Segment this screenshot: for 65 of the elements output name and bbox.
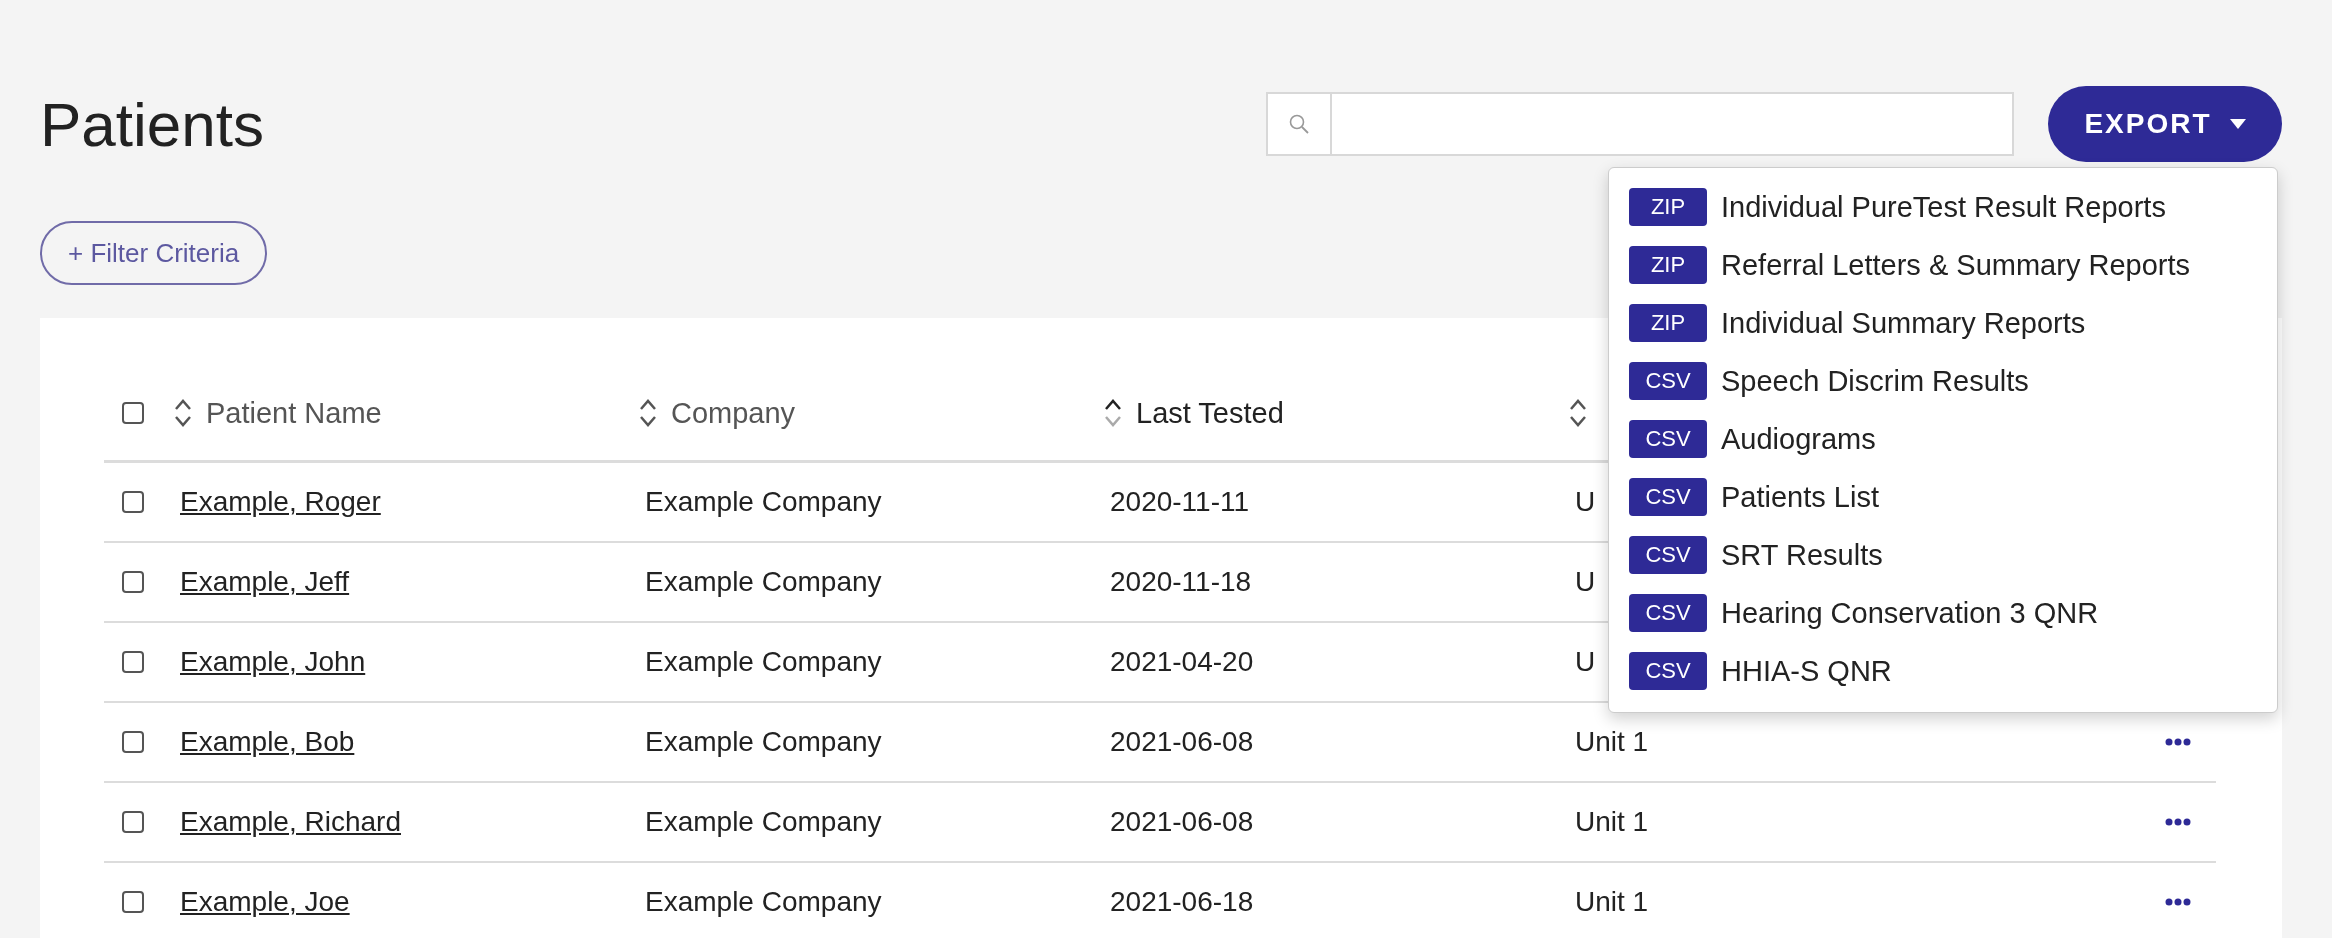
table-cell: Unit 1 (1575, 726, 1649, 757)
table-cell: 2020-11-18 (1110, 566, 1252, 597)
table-cell: Unit 1 (1575, 806, 1649, 837)
column-header[interactable]: Patient Name (206, 396, 382, 430)
table-cell: Example Company (645, 806, 882, 837)
format-badge: CSV (1629, 594, 1707, 632)
export-menu-item[interactable]: Patients List (1721, 480, 1879, 514)
table-cell: 2021-06-18 (1110, 886, 1254, 917)
export-menu-item[interactable]: HHIA-S QNR (1721, 654, 1892, 688)
filter-criteria-button[interactable]: + Filter Criteria (40, 221, 268, 285)
patient-name-link[interactable]: Example, Jeff (180, 566, 350, 597)
row-checkbox[interactable] (122, 491, 144, 513)
page-title: Patients (40, 88, 266, 160)
column-header[interactable]: Last Tested (1136, 396, 1284, 430)
search-field[interactable] (1266, 92, 2014, 156)
export-menu-item[interactable]: Speech Discrim Results (1721, 364, 2029, 398)
caret-icon (2229, 119, 2246, 129)
export-menu-item[interactable]: Audiograms (1721, 422, 1876, 456)
table-cell: Example Company (645, 566, 882, 597)
select-all-checkbox[interactable] (122, 402, 144, 424)
format-badge: CSV (1629, 420, 1707, 458)
table-cell: U (1575, 646, 1596, 677)
patient-name-link[interactable]: Example, John (180, 646, 366, 677)
row-checkbox[interactable] (122, 571, 144, 593)
table-cell: 2021-06-08 (1110, 806, 1254, 837)
sort-icon[interactable] (1104, 398, 1122, 428)
export-menu-item[interactable]: Individual PureTest Result Reports (1721, 190, 2166, 224)
row-checkbox[interactable] (122, 731, 144, 753)
sort-icon[interactable] (1569, 398, 1587, 428)
row-checkbox[interactable] (122, 651, 144, 673)
patient-name-link[interactable]: Example, Bob (180, 726, 355, 757)
sort-icon[interactable] (174, 398, 192, 428)
format-badge: CSV (1629, 362, 1707, 400)
table-cell: U (1575, 486, 1596, 517)
table-cell: Example Company (645, 726, 882, 757)
patient-name-link[interactable]: Example, Joe (180, 886, 350, 917)
table-cell: 2021-04-20 (1110, 646, 1254, 677)
table-cell: Example Company (645, 646, 882, 677)
table-cell: Example Company (645, 886, 882, 917)
more-options-icon[interactable] (2165, 898, 2191, 906)
table-cell: 2020-11-11 (1110, 486, 1250, 517)
format-badge: CSV (1629, 652, 1707, 690)
table-cell: U (1575, 566, 1596, 597)
table-cell: 2021-06-08 (1110, 726, 1254, 757)
export-menu-item[interactable]: Individual Summary Reports (1721, 306, 2086, 340)
export-button[interactable]: EXPORT (2048, 86, 2282, 162)
export-menu-item[interactable]: Hearing Conservation 3 QNR (1721, 596, 2099, 630)
export-menu-item[interactable]: Referral Letters & Summary Reports (1721, 248, 2190, 282)
format-badge: ZIP (1629, 304, 1707, 342)
row-checkbox[interactable] (122, 891, 144, 913)
export-menu-item[interactable]: SRT Results (1721, 538, 1883, 572)
table-cell: Example Company (645, 486, 882, 517)
patient-name-link[interactable]: Example, Roger (180, 486, 381, 517)
format-badge: ZIP (1629, 246, 1707, 284)
more-options-icon[interactable] (2165, 738, 2191, 746)
more-options-icon[interactable] (2165, 818, 2191, 826)
patient-name-link[interactable]: Example, Richard (180, 806, 401, 837)
format-badge: CSV (1629, 478, 1707, 516)
format-badge: CSV (1629, 536, 1707, 574)
sort-icon[interactable] (639, 398, 657, 428)
column-header[interactable]: Company (671, 396, 796, 430)
table-cell: Unit 1 (1575, 886, 1649, 917)
row-checkbox[interactable] (122, 811, 144, 833)
search-icon (1288, 113, 1310, 135)
format-badge: ZIP (1629, 188, 1707, 226)
